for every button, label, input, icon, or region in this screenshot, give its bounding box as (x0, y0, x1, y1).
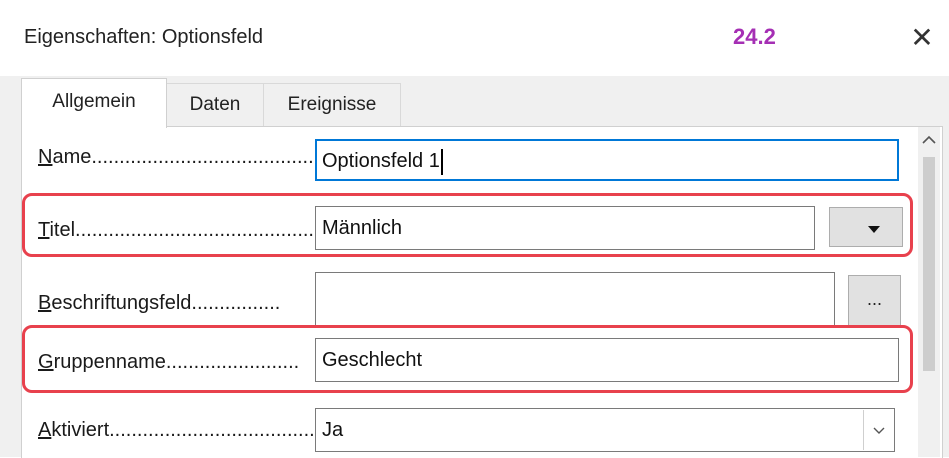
scrollbar-thumb[interactable] (923, 157, 935, 371)
titel-input[interactable]: Männlich (315, 206, 815, 250)
gruppenname-input[interactable]: Geschlecht (315, 338, 899, 382)
beschriftungsfeld-input[interactable] (315, 272, 835, 328)
dialog-title: Eigenschaften: Optionsfeld (24, 26, 264, 48)
dialog-titlebar: Eigenschaften: Optionsfeld 24.2 ✕ (0, 0, 949, 76)
beschriftungsfeld-browse-button[interactable]: ... (848, 275, 901, 327)
name-input-value: Optionsfeld 1 (322, 150, 440, 172)
tab-daten[interactable]: Daten (166, 83, 264, 126)
gruppenname-input-value: Geschlecht (322, 349, 423, 371)
chevron-up-icon[interactable] (918, 131, 940, 151)
text-caret (440, 148, 443, 175)
name-input[interactable]: Optionsfeld 1 (315, 139, 899, 181)
version-badge: 24.2 (733, 24, 776, 49)
label-beschriftungsfeld: Beschriftungsfeld................ (38, 292, 281, 314)
label-aktiviert: Aktiviert...............................… (38, 419, 321, 441)
aktiviert-select[interactable]: Ja (315, 408, 895, 452)
label-gruppenname: Gruppenname........................ (38, 351, 300, 373)
titel-dropdown-button[interactable] (829, 207, 903, 247)
vertical-scrollbar[interactable] (918, 127, 940, 457)
tab-ereignisse[interactable]: Ereignisse (263, 83, 401, 126)
label-name: Name....................................… (38, 146, 320, 168)
tab-allgemein[interactable]: Allgemein (21, 78, 167, 128)
close-icon[interactable]: ✕ (902, 18, 942, 58)
triangle-down-icon (868, 226, 880, 233)
aktiviert-select-value: Ja (322, 419, 344, 441)
titel-input-value: Männlich (322, 217, 403, 239)
label-titel: Titel...................................… (38, 219, 326, 241)
chevron-down-icon[interactable] (863, 410, 893, 450)
